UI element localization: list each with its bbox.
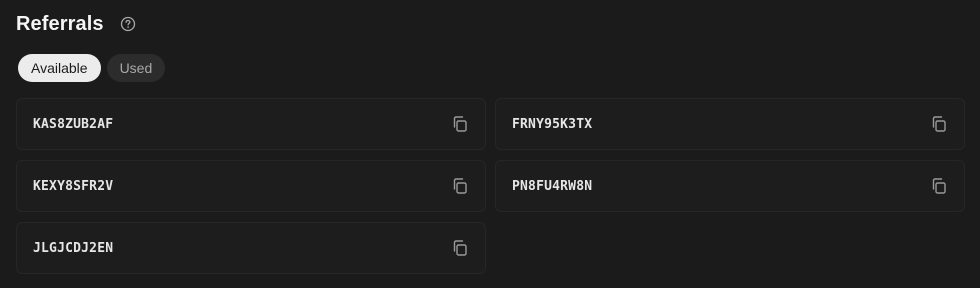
referral-code: PN8FU4RW8N [512, 178, 593, 194]
tab-available[interactable]: Available [18, 54, 101, 82]
copy-icon[interactable] [451, 239, 469, 257]
page-title: Referrals [16, 12, 104, 35]
referrals-header: Referrals [16, 10, 136, 38]
copy-icon[interactable] [930, 115, 948, 133]
tab-group: Available Used [18, 54, 166, 82]
tab-used[interactable]: Used [106, 54, 166, 82]
copy-icon[interactable] [930, 177, 948, 195]
referral-code-card: KEXY8SFR2V [16, 160, 486, 212]
referrals-panel: Referrals Available Used KAS8ZUB2AF FRNY… [0, 0, 980, 288]
referral-code: FRNY95K3TX [512, 116, 593, 132]
referral-code-card: KAS8ZUB2AF [16, 98, 486, 150]
referral-code-card: PN8FU4RW8N [495, 160, 965, 212]
copy-icon[interactable] [451, 115, 469, 133]
copy-icon[interactable] [451, 177, 469, 195]
question-circle-icon[interactable] [120, 16, 136, 32]
referral-code: KAS8ZUB2AF [33, 116, 114, 132]
referral-code-card: JLGJCDJ2EN [16, 222, 486, 274]
referral-code: JLGJCDJ2EN [33, 240, 114, 256]
referral-code-grid: KAS8ZUB2AF FRNY95K3TX KEXY8SFR2V PN8FU4R… [16, 98, 965, 274]
referral-code-card: FRNY95K3TX [495, 98, 965, 150]
referral-code: KEXY8SFR2V [33, 178, 114, 194]
